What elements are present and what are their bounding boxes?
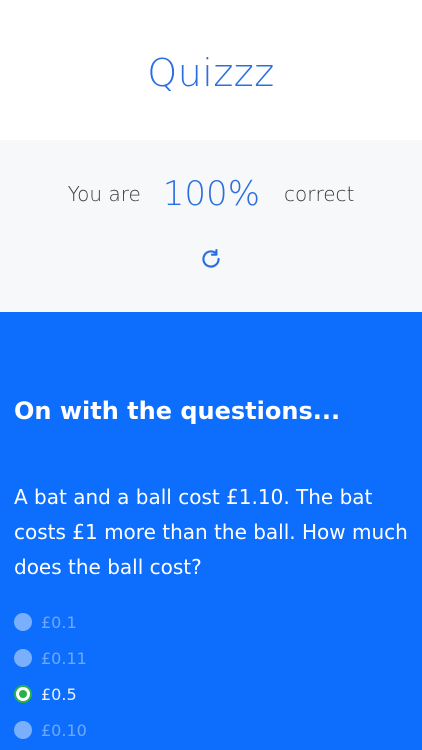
radio-button[interactable] [14, 721, 32, 739]
answer-option-selected[interactable]: £0.5 [14, 676, 87, 712]
radio-button[interactable] [14, 649, 32, 667]
score-suffix: correct [284, 182, 355, 206]
answer-option[interactable]: £0.10 [14, 712, 87, 748]
questions-section: On with the questions... A bat and a bal… [0, 312, 422, 750]
score-percentage: 100% [162, 174, 260, 214]
answer-option-label: £0.11 [41, 648, 87, 668]
answer-option-label: £0.1 [41, 612, 77, 632]
answer-option[interactable]: £0.1 [14, 604, 87, 640]
score-summary: You are 100% correct [0, 170, 422, 218]
header: Quizzz [0, 0, 422, 140]
answer-option-label: £0.10 [41, 720, 87, 740]
score-panel: You are 100% correct [0, 140, 422, 312]
score-prefix: You are [67, 182, 141, 206]
radio-button[interactable] [14, 613, 32, 631]
questions-heading: On with the questions... [14, 397, 341, 425]
answer-option[interactable]: £0.11 [14, 640, 87, 676]
question-text: A bat and a ball cost £1.10. The bat cos… [14, 485, 408, 579]
radio-button-checked[interactable] [14, 685, 32, 703]
answer-option-label: £0.5 [41, 684, 77, 704]
answer-options: £0.1 £0.11 £0.5 £0.10 [14, 604, 87, 748]
refresh-icon[interactable] [198, 246, 224, 272]
app-title: Quizzz [147, 51, 275, 95]
